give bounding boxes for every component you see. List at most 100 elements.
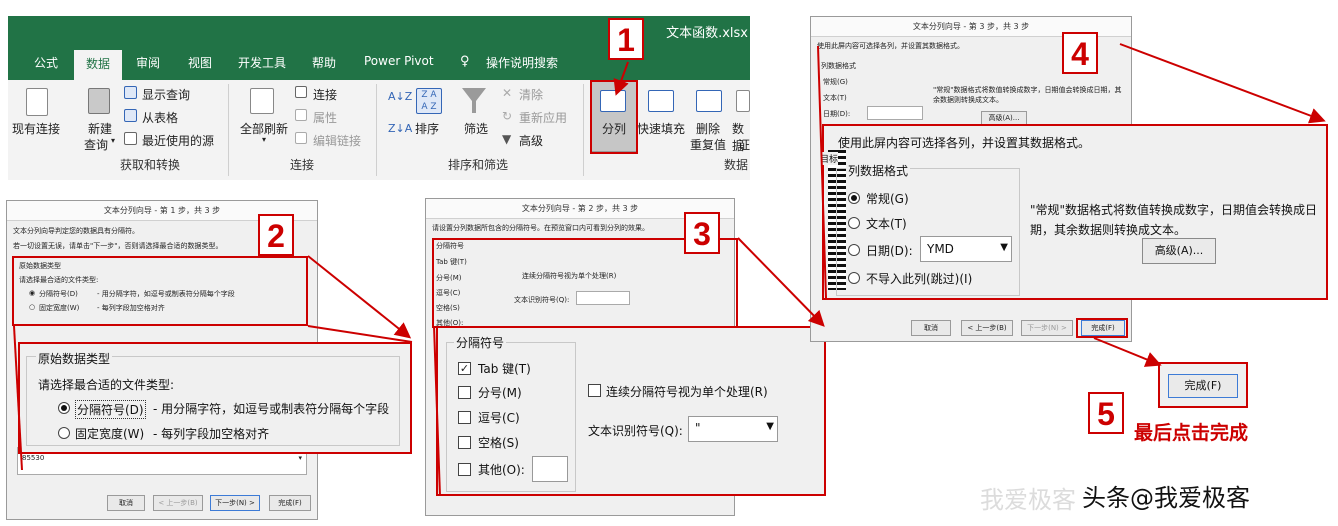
data-validation-icon (736, 90, 750, 112)
get-transform-group-label: 获取和转换 (120, 158, 181, 172)
highlight-step1-options (12, 256, 308, 326)
radio-general-small[interactable]: 常规(G) (823, 77, 848, 87)
clear-button[interactable]: 清除 (519, 86, 543, 103)
edit-links-button[interactable]: 编辑链接 (313, 132, 361, 149)
reapply-button[interactable]: 重新应用 (519, 109, 567, 126)
new-query-button[interactable]: 新建 (88, 120, 112, 137)
cancel-button[interactable]: 取消 (107, 495, 145, 511)
existing-connections-button[interactable]: 现有连接 (12, 120, 60, 137)
label-fixed-width[interactable]: 固定宽度(W) (75, 425, 144, 442)
date-format-select-small[interactable] (867, 106, 923, 120)
label-date[interactable]: 日期(D): (866, 242, 913, 259)
watermark: 头条@我爱极客 (1082, 484, 1250, 512)
wizard-intro-text: 使用此屏内容可选择各列，并设置其数据格式。 (817, 42, 964, 50)
label-consecutive[interactable]: 连续分隔符号视为单个处理(R) (606, 383, 768, 400)
label-space[interactable]: 空格(S) (478, 434, 519, 451)
connections-button[interactable]: 连接 (313, 86, 337, 103)
chevron-down-icon: ▾ (111, 136, 116, 145)
tab-review[interactable]: 审阅 (136, 54, 160, 71)
radio-skip[interactable] (848, 272, 860, 284)
flash-fill-icon (648, 90, 674, 112)
tab-view[interactable]: 视图 (188, 54, 212, 71)
show-queries-button[interactable]: 显示查询 (142, 86, 190, 103)
step-number-5: 5 (1088, 392, 1124, 434)
edit-links-icon (295, 132, 307, 144)
date-format-select[interactable]: YMD ▼ (920, 236, 1012, 262)
data-tools-group-label: 数据 (724, 158, 749, 172)
date-format-value: YMD (927, 242, 954, 256)
finish-button[interactable]: 完成(F) (269, 495, 311, 511)
prev-button[interactable]: < 上一步(B) (153, 495, 203, 511)
qualifier-select[interactable]: " ▼ (688, 416, 778, 442)
chevron-down-icon: ▼ (766, 421, 774, 432)
tab-power-pivot[interactable]: Power Pivot (364, 54, 434, 68)
sort-dialog-icon: Z AA Z (416, 88, 442, 114)
radio-date-small[interactable]: 日期(D): (823, 109, 850, 119)
remove-duplicates-icon (696, 90, 722, 112)
tab-formulas[interactable]: 公式 (34, 54, 58, 71)
sort-button[interactable]: 排序 (415, 120, 439, 137)
label-text[interactable]: 文本(T) (866, 215, 907, 232)
remove-duplicates-button[interactable]: 删除 (696, 120, 720, 137)
checkbox-consecutive[interactable] (588, 384, 601, 397)
radio-date[interactable] (848, 244, 860, 256)
advanced-button-small[interactable]: 高级(A)... (981, 111, 1027, 125)
checkbox-semicolon[interactable] (458, 386, 471, 399)
label-tab[interactable]: Tab 键(T) (478, 360, 531, 377)
radio-general[interactable] (848, 192, 860, 204)
tab-tell-me[interactable]: 操作说明搜索 (486, 54, 558, 71)
finish-button-zoomed[interactable]: 完成(F) (1168, 374, 1238, 398)
chevron-down-icon: ▾ (298, 454, 302, 462)
properties-icon (295, 109, 307, 121)
label-general[interactable]: 常规(G) (866, 190, 909, 207)
connections-icon (295, 86, 307, 98)
radio-fixed-width[interactable] (58, 427, 70, 439)
highlight-finish-small (1076, 318, 1128, 338)
next-button[interactable]: 下一步(N) > (210, 495, 260, 511)
cancel-button[interactable]: 取消 (911, 320, 951, 336)
label-skip[interactable]: 不导入此列(跳过)(I) (866, 270, 972, 287)
checkbox-tab[interactable]: ✓ (458, 362, 471, 375)
reapply-icon: ↻ (502, 109, 513, 123)
group-label: 分隔符号 (454, 334, 507, 351)
advanced-button[interactable]: 高级 (519, 132, 543, 149)
tab-data[interactable]: 数据 (74, 50, 123, 80)
format-note-small: "常规"数据格式将数值转换成数字，日期值会转换成日期，其余数据则转换成文本。 (933, 86, 1122, 104)
watermark-ghost: 我爱极客 (980, 486, 1076, 514)
file-title: 文本函数.xlsx (666, 26, 748, 41)
radio-text[interactable] (848, 217, 860, 229)
finish-caption: 最后点击完成 (1134, 422, 1249, 444)
label-semicolon[interactable]: 分号(M) (478, 384, 522, 401)
label-comma[interactable]: 逗号(C) (478, 409, 520, 426)
qualifier-value: " (695, 421, 701, 435)
flash-fill-button[interactable]: 快速填充 (637, 120, 685, 137)
other-delimiter-input[interactable] (532, 456, 568, 482)
step-number-1: 1 (608, 18, 644, 60)
sort-az-icon[interactable]: A↓Z (388, 90, 412, 103)
tab-developer[interactable]: 开发工具 (238, 54, 286, 71)
properties-button[interactable]: 属性 (313, 109, 337, 126)
radio-delimited[interactable] (58, 402, 70, 414)
checkbox-other[interactable] (458, 463, 471, 476)
label-other[interactable]: 其他(O): (478, 461, 525, 478)
group-divider (376, 84, 377, 176)
tab-help[interactable]: 帮助 (312, 54, 336, 71)
filter-button[interactable]: 筛选 (464, 120, 488, 137)
recent-sources-button[interactable]: 最近使用的源 (142, 132, 214, 149)
advanced-filter-icon: ▼ (502, 132, 512, 146)
sort-za-icon[interactable]: Z↓A (388, 122, 412, 135)
filter-icon (462, 88, 486, 113)
checkbox-space[interactable] (458, 436, 471, 449)
checkbox-comma[interactable] (458, 411, 471, 424)
clear-filter-icon: ✕ (502, 86, 513, 100)
advanced-button[interactable]: 高级(A)... (1142, 238, 1216, 264)
from-table-button[interactable]: 从表格 (142, 109, 178, 126)
radio-text-small[interactable]: 文本(T) (823, 93, 847, 103)
chevron-down-icon: ▾ (262, 135, 267, 144)
next-button[interactable]: 下一步(N) > (1021, 320, 1073, 336)
prev-button[interactable]: < 上一步(B) (961, 320, 1013, 336)
label-delimited[interactable]: 分隔符号(D) (75, 400, 146, 419)
zoom-panel-step2: 分隔符号 ✓ Tab 键(T) 分号(M) 逗号(C) 空格(S) 其他(O):… (436, 326, 826, 496)
connections-group-label: 连接 (290, 158, 315, 172)
remove-duplicates-label-2: 重复值 (690, 138, 727, 152)
